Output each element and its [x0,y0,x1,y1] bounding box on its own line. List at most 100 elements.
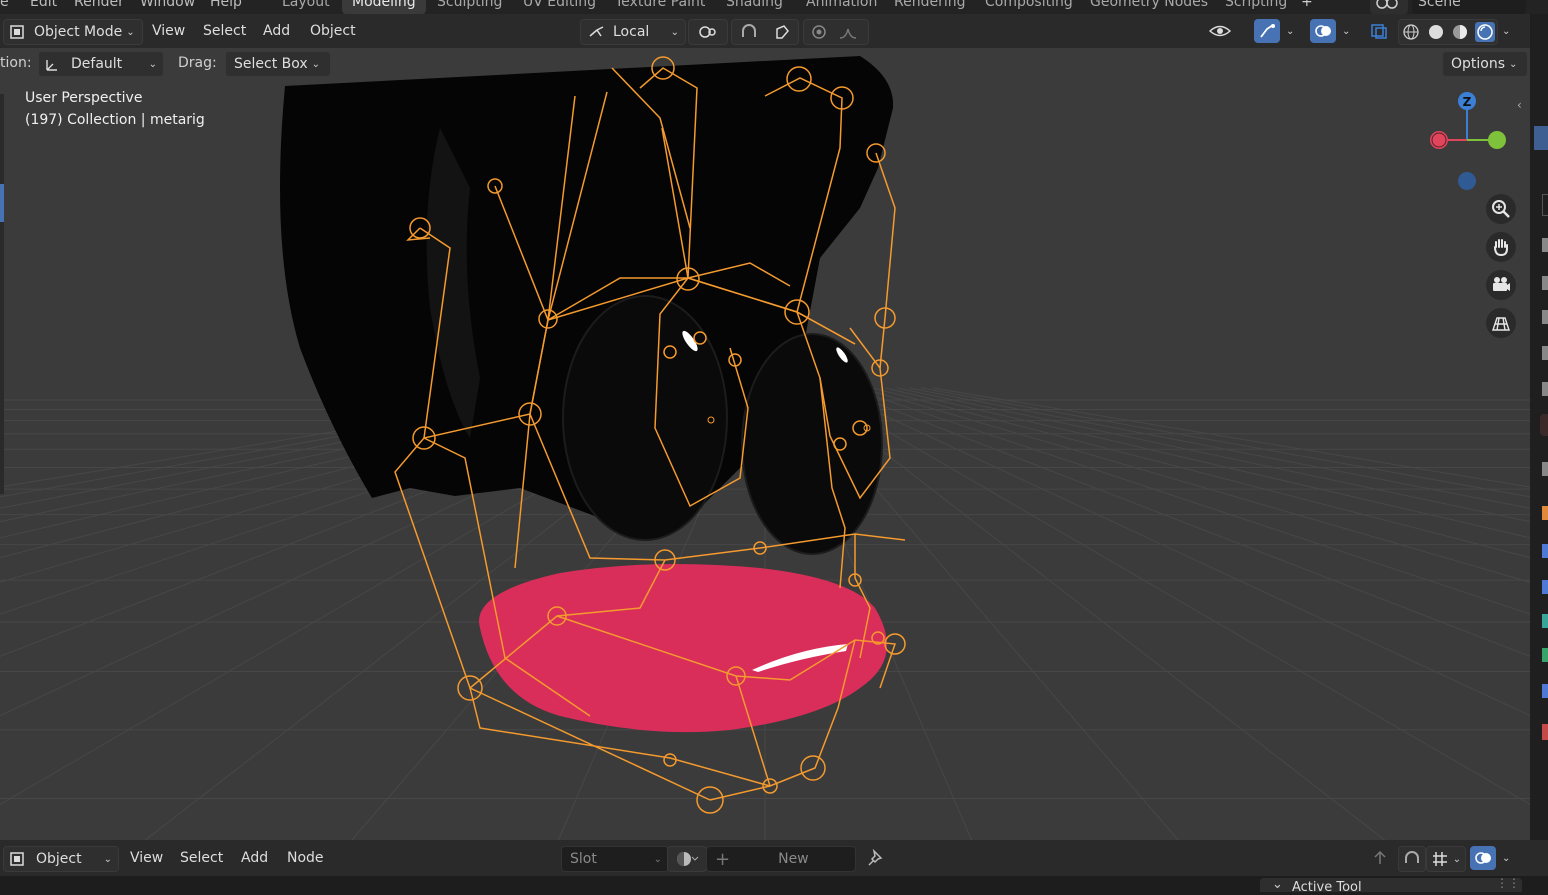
tab-sculpting[interactable]: Sculpting [427,0,512,14]
tab-physics[interactable] [1542,580,1548,594]
chevron-down-icon: ⌄ [1286,25,1295,37]
gizmo-dropdown[interactable]: ⌄ [1282,19,1298,43]
tab-object[interactable] [1542,462,1548,476]
tab-collection[interactable] [1540,414,1548,436]
pin-button[interactable] [864,846,888,870]
parent-node-tree-button[interactable] [1368,846,1392,870]
transform-orientation-selector[interactable]: Local ⌄ [580,19,686,45]
active-tool-panel[interactable]: ⌄ Active Tool ⋮⋮ [1260,876,1522,895]
chevron-down-icon: ⌄ [1509,58,1518,70]
node-editor-area[interactable]: ⌄ Active Tool ⋮⋮ [0,876,1548,895]
snapping-group[interactable] [731,19,799,45]
node-menu-view[interactable]: View [130,846,163,870]
overlays-dropdown[interactable]: ⌄ [1338,19,1354,43]
shading-mode-group[interactable] [1398,19,1498,45]
pivot-point-button[interactable] [688,19,728,45]
tab-material[interactable] [1542,684,1548,698]
tab-animation[interactable]: Animation [796,0,887,14]
tab-shading[interactable]: Shading [716,0,793,14]
gizmo-icon [1260,24,1275,38]
grid-ortho-icon [1492,317,1510,331]
tab-scene[interactable] [1542,346,1548,360]
tab-uv-editing[interactable]: UV Editing [513,0,606,14]
tab-layout[interactable]: Layout [272,0,340,14]
scene-name-field[interactable]: Scene [1412,0,1526,14]
y-axis-handle[interactable] [1488,131,1506,149]
arrow-up-icon [1374,850,1386,864]
orientation-selector[interactable]: Default ⌄ [38,51,164,77]
tab-compositing[interactable]: Compositing [975,0,1083,14]
menu-render[interactable]: Render [74,0,124,10]
tab-particles[interactable] [1542,544,1548,558]
menu-add[interactable]: Add [263,19,290,43]
drag-selector[interactable]: Select Box ⌄ [225,51,331,77]
visibility-toggle[interactable] [1208,19,1248,43]
node-menu-node[interactable]: Node [287,846,324,870]
slot-label: Slot [570,851,597,867]
material-browse-button[interactable] [667,846,707,872]
menu-edit[interactable]: Edit [30,0,57,10]
new-material-button[interactable]: + New [706,846,856,872]
3d-viewport[interactable]: tion: Default ⌄ Drag: Select Box ⌄ Optio… [0,48,1530,840]
toolbar-edge[interactable] [0,94,4,494]
drag-handle-icon[interactable]: ⋮⋮ [1496,876,1520,890]
node-overlays-dropdown[interactable]: ⌄ [1498,846,1514,870]
tab-output[interactable] [1542,276,1548,290]
navigation-gizmo[interactable]: Z [1420,86,1530,196]
object-mode-icon [10,25,24,39]
snap-target-icon [775,25,789,39]
zoom-button[interactable] [1486,194,1516,224]
scene-selector-button[interactable] [1370,0,1408,14]
tab-render[interactable] [1542,238,1548,252]
x-axis-handle[interactable] [1430,131,1448,149]
tab-modifiers[interactable] [1542,506,1548,520]
xray-toggle-button[interactable] [1366,19,1392,43]
properties-tab-strip[interactable] [1530,14,1548,892]
gizmo-toggle-button[interactable] [1254,19,1280,43]
node-snap-button[interactable] [1398,846,1426,872]
overlays-toggle-button[interactable] [1310,19,1336,43]
tab-modeling[interactable]: Modeling [342,0,426,14]
active-tool-title: Active Tool [1292,880,1362,895]
tab-rendering[interactable]: Rendering [884,0,976,14]
node-overlays-button[interactable] [1470,846,1496,870]
pan-button[interactable] [1486,232,1516,262]
shading-dropdown[interactable]: ⌄ [1498,19,1514,43]
active-tool-indicator [0,184,4,222]
menu-view[interactable]: View [152,19,185,43]
bone-chain[interactable] [875,152,896,369]
add-workspace-button[interactable]: + [1291,0,1323,14]
tab-constraints[interactable] [1542,614,1548,628]
tab-world[interactable] [1542,382,1548,396]
node-menu-add[interactable]: Add [241,846,268,870]
collapse-arrow-icon[interactable]: ‹ [1517,98,1522,112]
slot-selector[interactable]: Slot ⌄ [561,846,669,872]
tab-texture[interactable] [1542,724,1548,740]
transform-axes-icon [46,60,57,71]
neg-z-axis-handle[interactable] [1458,172,1476,190]
tab-geometry-nodes[interactable]: Geometry Nodes [1080,0,1218,14]
menu-select[interactable]: Select [203,19,246,43]
local-orientation-icon [589,26,604,37]
grid-line [836,387,1530,657]
tab-scripting[interactable]: Scripting [1215,0,1297,14]
snap-element-selector[interactable]: ⌄ [1426,846,1466,872]
menu-file[interactable]: e [0,0,9,10]
menu-object[interactable]: Object [310,19,356,43]
tab-texture-paint[interactable]: Texture Paint [605,0,715,14]
menu-window[interactable]: Window [140,0,195,10]
tab-data[interactable] [1542,648,1548,662]
editor-type-selector[interactable]: Object ⌄ [3,846,119,872]
tab-view-layer[interactable] [1542,310,1548,324]
camera-view-button[interactable] [1486,270,1516,300]
menu-help[interactable]: Help [210,0,242,10]
mode-selector[interactable]: Object Mode ⌄ [3,19,143,45]
node-menu-select[interactable]: Select [180,846,223,870]
chevron-down-icon: ⌄ [148,58,157,70]
ortho-toggle-button[interactable] [1486,308,1516,338]
bone-joint[interactable] [663,753,677,767]
options-button[interactable]: Options ⌄ [1442,51,1528,77]
proportional-editing-group[interactable] [803,19,869,45]
viewport-scene[interactable] [0,48,1530,840]
tab-tool[interactable] [1542,194,1548,216]
